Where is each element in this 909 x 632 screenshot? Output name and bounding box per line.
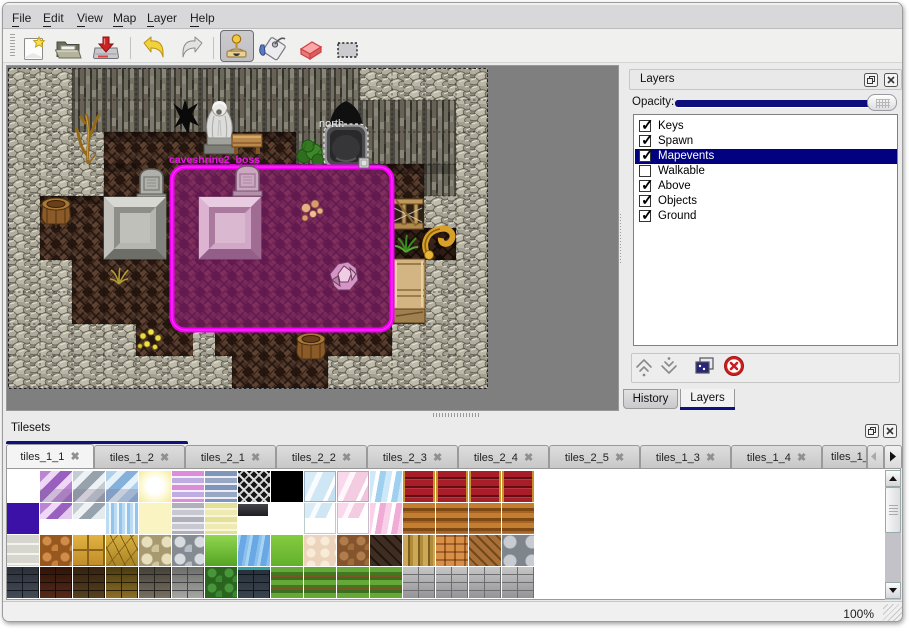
- svg-text:caveshrine2_boss: caveshrine2_boss: [169, 154, 260, 166]
- svg-text:north: north: [319, 118, 344, 130]
